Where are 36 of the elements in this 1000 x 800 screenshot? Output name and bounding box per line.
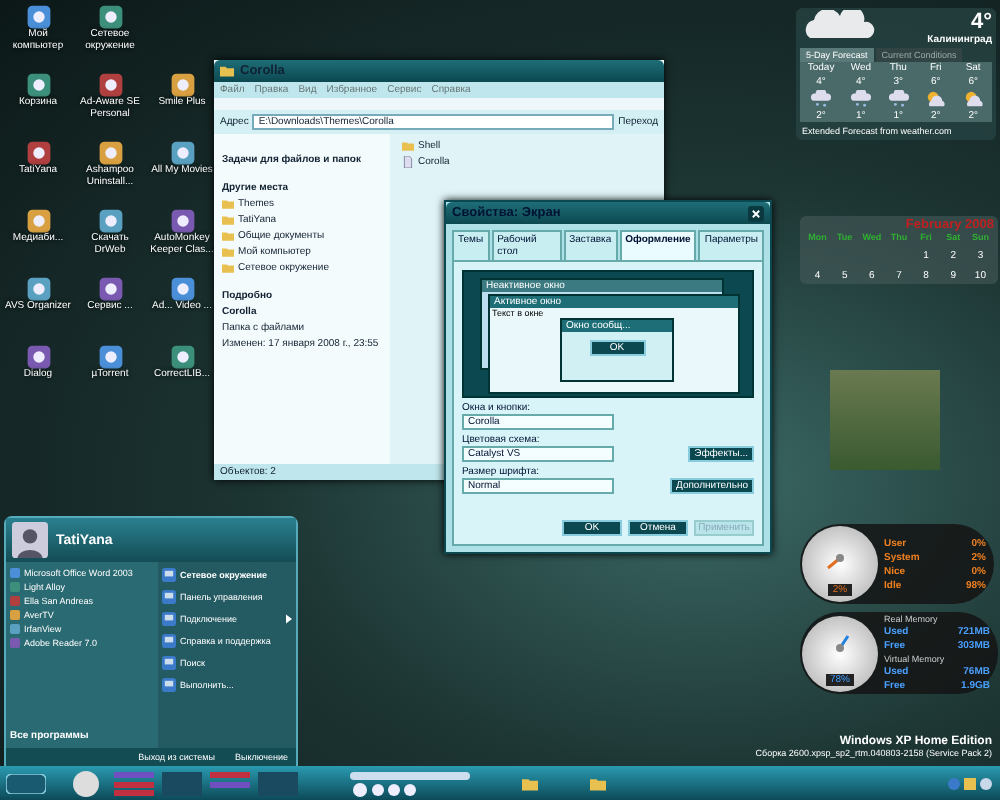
sun-cloud-icon <box>962 90 985 108</box>
app-icon[interactable] <box>97 276 123 302</box>
app-icon[interactable] <box>25 344 51 370</box>
app-icon[interactable] <box>169 140 195 166</box>
tray-icons-drawing <box>946 773 994 793</box>
cloud-icon <box>800 10 880 42</box>
app-icon[interactable] <box>97 208 123 234</box>
media-player-drawing <box>350 769 470 797</box>
app-icon[interactable] <box>169 72 195 98</box>
snow-cloud-icon <box>810 90 833 108</box>
app-icon[interactable] <box>25 72 51 98</box>
photo-placeholder <box>830 370 940 470</box>
close-icon[interactable] <box>748 205 764 221</box>
folder-icon[interactable] <box>590 775 606 791</box>
app-icon[interactable] <box>97 140 123 166</box>
app-icon[interactable] <box>25 208 51 234</box>
app-icon[interactable] <box>169 208 195 234</box>
app-icon[interactable] <box>25 276 51 302</box>
folder-icon[interactable] <box>522 775 538 791</box>
file-icon[interactable] <box>402 156 414 168</box>
snow-cloud-icon <box>849 90 872 108</box>
gauge-needle-icon <box>834 633 850 653</box>
app-icon[interactable] <box>169 344 195 370</box>
current-temperature: 4° <box>970 10 992 34</box>
user-avatar-icon <box>12 522 48 558</box>
app-icon[interactable] <box>97 72 123 98</box>
app-icon[interactable] <box>25 140 51 166</box>
snow-cloud-icon <box>887 90 910 108</box>
app-icon[interactable] <box>25 4 51 30</box>
gauge-needle-icon <box>826 552 846 570</box>
app-icon[interactable] <box>97 4 123 30</box>
sun-cloud-icon <box>924 90 947 108</box>
folder-icon <box>220 64 234 78</box>
app-icon[interactable] <box>169 276 195 302</box>
start-button-icon[interactable] <box>6 773 46 793</box>
app-icon[interactable] <box>97 344 123 370</box>
